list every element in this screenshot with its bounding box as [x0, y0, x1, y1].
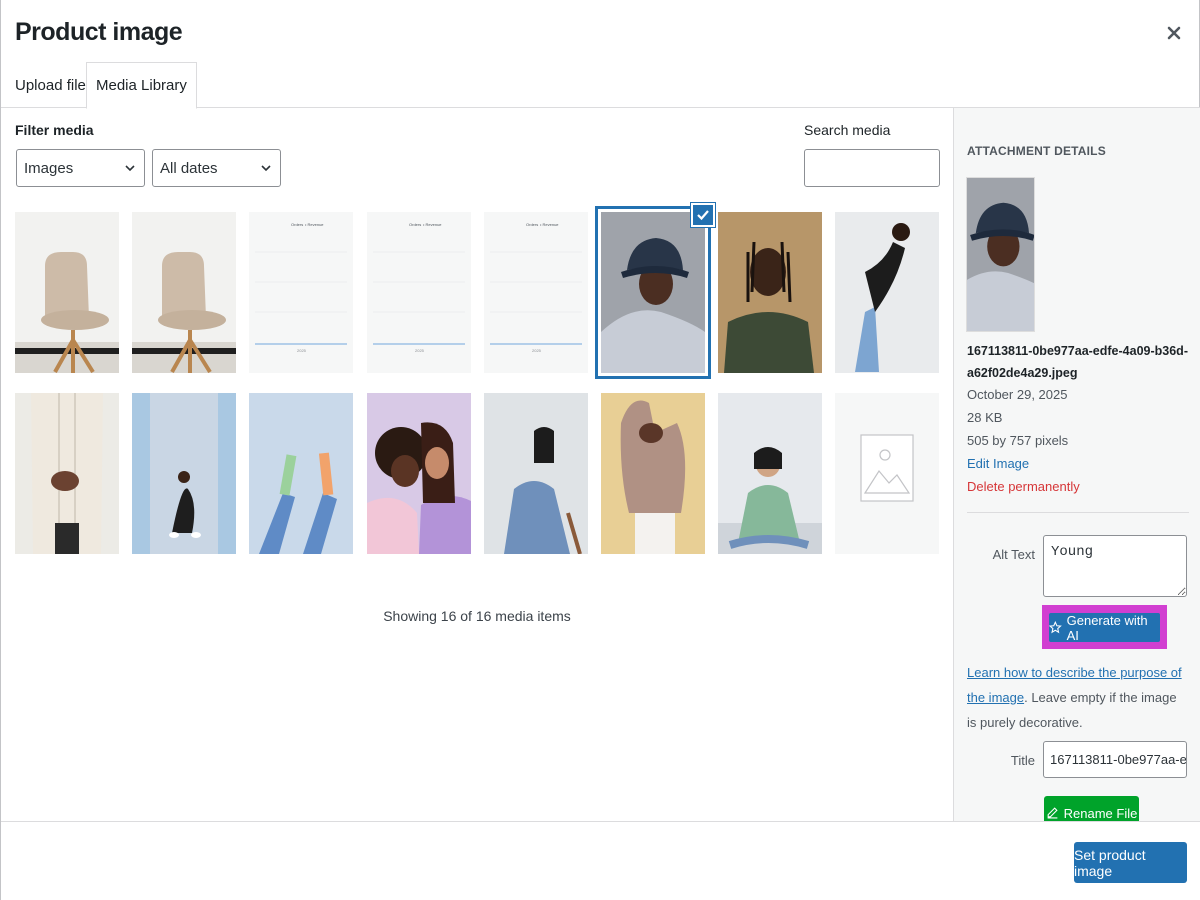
title-field[interactable]: 167113811-0be977aa-edfe-4a09-b36d-a62f02… — [1043, 741, 1187, 778]
thumbnail-image — [249, 393, 354, 554]
generate-with-ai-button[interactable]: Generate with AI — [1049, 612, 1160, 643]
media-thumbnail[interactable] — [15, 212, 119, 373]
svg-text:Orders: Orders — [291, 222, 303, 227]
rename-file-label: Rename File — [1063, 806, 1138, 821]
thumbnail-image — [15, 393, 119, 554]
selected-checkmark-button[interactable] — [691, 203, 715, 227]
media-type-value: Images — [24, 159, 74, 177]
thumbnail-image — [718, 393, 823, 554]
thumbnail-image — [132, 393, 237, 554]
media-thumbnail[interactable] — [601, 393, 705, 554]
search-media-label: Search media — [804, 122, 891, 138]
chevron-down-icon — [125, 165, 135, 172]
modal-tabs: Upload files Media Library — [1, 62, 1200, 109]
media-browser: Filter media Images All dates Search med… — [1, 108, 953, 821]
edit-icon — [1047, 807, 1058, 819]
media-thumbnail[interactable] — [249, 393, 354, 554]
thumbnail-image — [718, 212, 823, 373]
delete-permanently-link[interactable]: Delete permanently — [967, 479, 1080, 494]
chevron-down-icon — [261, 165, 271, 172]
star-icon — [1049, 621, 1062, 634]
media-thumbnail[interactable] — [132, 212, 237, 373]
media-thumbnail[interactable] — [718, 212, 823, 373]
media-date-select[interactable]: All dates — [152, 149, 281, 187]
attachment-file-size: 28 KB — [967, 410, 1003, 425]
media-thumbnail[interactable] — [835, 212, 940, 373]
media-thumbnail[interactable]: Orders • Revenue 2025 — [483, 212, 588, 373]
media-modal: Product image Upload files Media Library… — [0, 0, 1200, 900]
media-count-status: Showing 16 of 16 media items — [383, 608, 571, 624]
svg-text:Orders: Orders — [526, 222, 538, 227]
media-type-select[interactable]: Images — [16, 149, 145, 187]
generate-with-ai-label: Generate with AI — [1066, 612, 1148, 643]
media-thumbnail[interactable] — [366, 393, 471, 554]
attachment-dimensions: 505 by 757 pixels — [967, 433, 1069, 448]
attachment-preview-image — [967, 178, 1034, 331]
thumbnail-image — [483, 393, 588, 554]
modal-footer: Set product image — [1, 821, 1200, 900]
set-product-image-button[interactable]: Set product image — [1074, 842, 1187, 883]
rename-file-button[interactable]: Rename File — [1044, 796, 1139, 821]
thumbnail-image — [601, 212, 705, 373]
media-thumbnail[interactable] — [718, 393, 823, 554]
thumbnail-image — [132, 212, 237, 373]
svg-text:• Revenue: • Revenue — [423, 222, 442, 227]
filter-media-label: Filter media — [15, 122, 94, 138]
close-icon — [1167, 26, 1181, 40]
checkmark-icon — [697, 210, 709, 221]
alt-text-field[interactable]: Young — [1043, 535, 1187, 597]
media-thumbnail[interactable] — [601, 212, 705, 373]
title-label: Title — [1010, 753, 1035, 768]
attachment-details-panel: ATTACHMENT DETAILS 167113811-0be977aa-ed… — [953, 108, 1200, 821]
alt-text-help: Learn how to describe the purpose of the… — [967, 660, 1189, 735]
media-thumbnail[interactable] — [15, 393, 119, 554]
svg-text:2025: 2025 — [297, 348, 307, 353]
media-placeholder-thumbnail[interactable] — [835, 393, 940, 554]
search-media-input[interactable] — [804, 149, 940, 187]
svg-text:Orders: Orders — [409, 222, 421, 227]
thumbnail-image — [601, 393, 705, 554]
media-thumbnail[interactable] — [132, 393, 237, 554]
thumbnail-image — [835, 393, 940, 554]
media-thumbnail[interactable]: Orders • Revenue 2025 — [249, 212, 354, 373]
media-thumbnail[interactable] — [483, 393, 588, 554]
thumbnail-image — [835, 212, 940, 373]
thumbnail-image: Orders • Revenue 2025 — [249, 212, 354, 373]
alt-text-label: Alt Text — [992, 547, 1035, 562]
svg-text:• Revenue: • Revenue — [540, 222, 559, 227]
media-date-value: All dates — [160, 159, 218, 177]
attachment-filename: 167113811-0be977aa-edfe-4a09-b36d-a62f02… — [967, 344, 1188, 380]
thumbnail-image: Orders • Revenue 2025 — [366, 212, 471, 373]
svg-text:2025: 2025 — [415, 348, 425, 353]
thumbnail-image — [366, 393, 471, 554]
tab-media-library[interactable]: Media Library — [86, 62, 197, 109]
thumbnail-image: Orders • Revenue 2025 — [483, 212, 588, 373]
attachment-date: October 29, 2025 — [967, 387, 1068, 402]
svg-text:2025: 2025 — [532, 348, 542, 353]
attachment-details-heading: ATTACHMENT DETAILS — [967, 144, 1106, 158]
thumbnail-image — [15, 212, 119, 373]
modal-title: Product image — [15, 18, 183, 46]
close-button[interactable] — [1163, 22, 1185, 44]
edit-image-link[interactable]: Edit Image — [967, 456, 1029, 471]
details-divider — [967, 512, 1189, 513]
media-thumbnail[interactable]: Orders • Revenue 2025 — [366, 212, 471, 373]
svg-text:• Revenue: • Revenue — [305, 222, 324, 227]
